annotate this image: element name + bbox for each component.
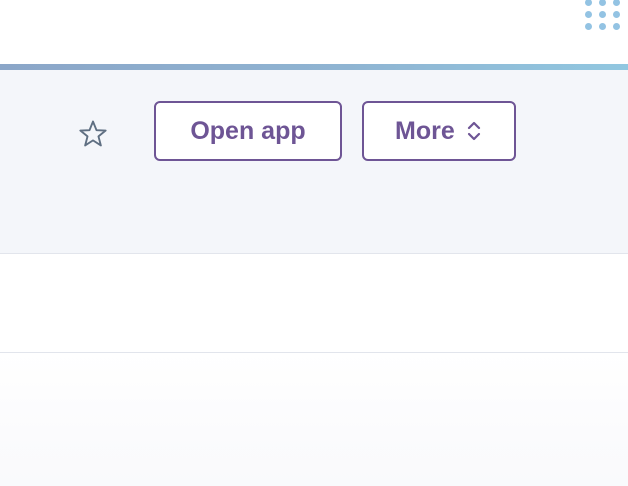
more-label: More	[395, 116, 455, 145]
more-dropdown-button[interactable]: More	[362, 101, 516, 161]
open-app-button[interactable]: Open app	[154, 101, 342, 161]
apps-grid-icon[interactable]	[584, 0, 624, 34]
chevron-up-down-icon	[467, 120, 481, 142]
favorite-button[interactable]	[76, 117, 110, 151]
top-bar	[0, 0, 628, 64]
star-outline-icon	[79, 120, 107, 147]
content-area	[0, 353, 628, 486]
app-header-panel	[0, 70, 628, 254]
open-app-label: Open app	[190, 116, 306, 145]
content-row	[0, 254, 628, 353]
